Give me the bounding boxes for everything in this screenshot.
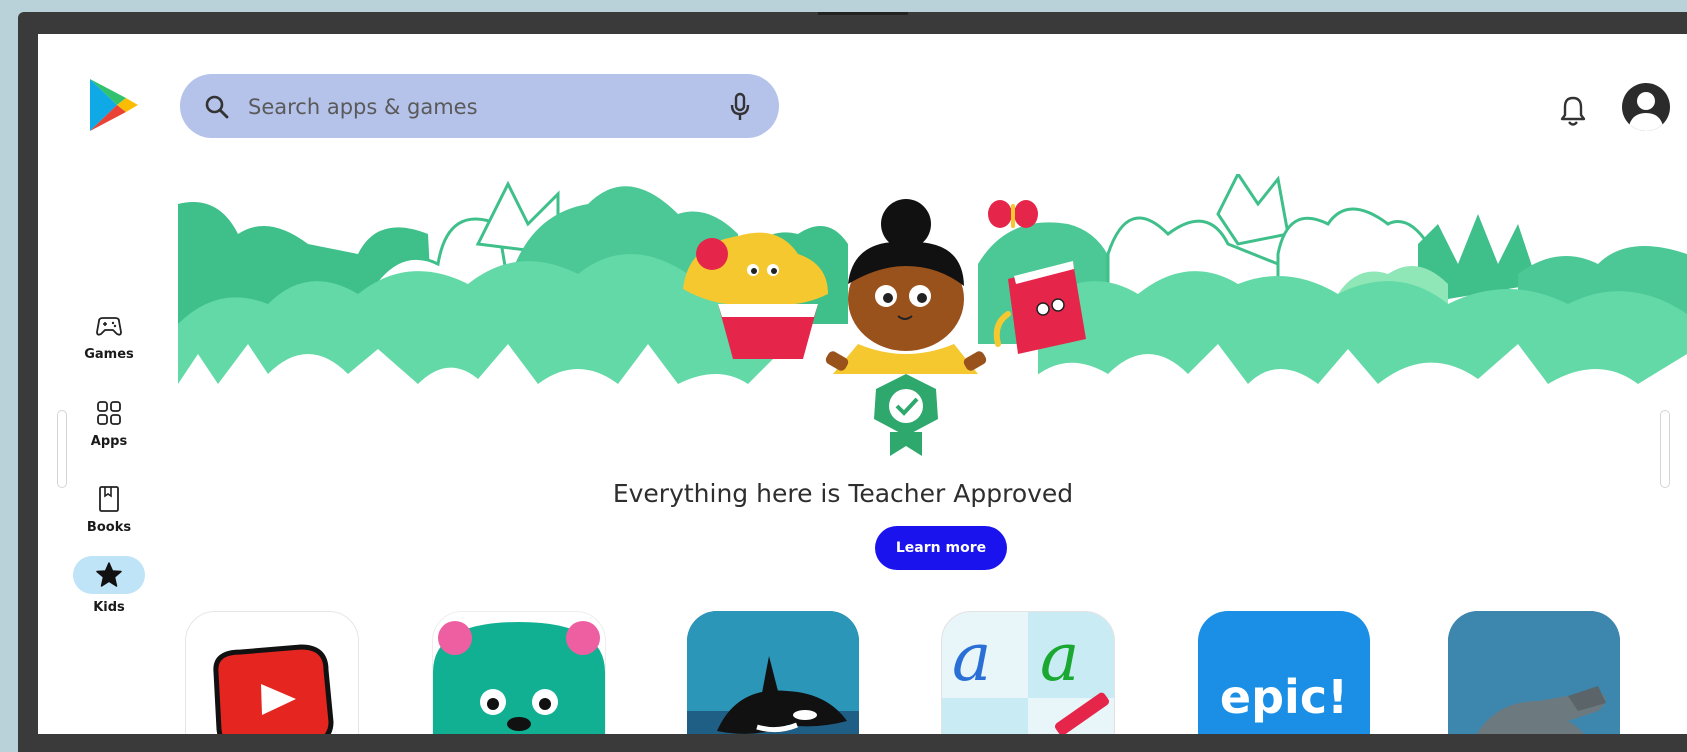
nav-item-games[interactable]: Games bbox=[62, 311, 156, 362]
notification-bell-icon[interactable] bbox=[1558, 94, 1588, 128]
cursive-letters-icon: a a bbox=[942, 612, 1114, 734]
app-tile-ocean-app[interactable] bbox=[687, 611, 859, 734]
app-tile-bear-app[interactable] bbox=[432, 611, 606, 734]
nav-item-books[interactable]: Books bbox=[62, 484, 156, 535]
kids-active-pill[interactable] bbox=[73, 556, 145, 594]
apps-grid-icon bbox=[97, 401, 121, 425]
account-avatar[interactable] bbox=[1622, 83, 1670, 131]
nav-item-apps[interactable]: Apps bbox=[62, 398, 156, 449]
app-tile-cursive-app[interactable]: a a bbox=[941, 611, 1115, 734]
nav-label-kids: Kids bbox=[93, 600, 125, 615]
play-store-screen: Games Apps Books Kids bbox=[38, 34, 1687, 734]
green-bear-icon bbox=[433, 621, 605, 734]
svg-text:a: a bbox=[1040, 619, 1079, 696]
nav-item-kids[interactable]: Kids bbox=[62, 556, 156, 615]
search-bar[interactable] bbox=[180, 74, 779, 138]
dinosaur-icon bbox=[1448, 611, 1620, 734]
search-icon[interactable] bbox=[204, 94, 230, 120]
nav-label-apps: Apps bbox=[90, 434, 128, 449]
app-tile-youtube-kids[interactable] bbox=[185, 611, 359, 734]
book-icon bbox=[99, 486, 119, 512]
nav-label-books: Books bbox=[86, 520, 132, 535]
google-play-logo-icon[interactable] bbox=[86, 76, 140, 134]
search-input[interactable] bbox=[246, 88, 690, 126]
microphone-icon[interactable] bbox=[728, 92, 752, 122]
account-circle-icon bbox=[1628, 92, 1664, 131]
gamepad-icon bbox=[96, 317, 122, 336]
right-scroll-handle[interactable] bbox=[1660, 410, 1670, 488]
app-tile-dinosaur-app[interactable] bbox=[1448, 611, 1620, 734]
teacher-approved-banner-illustration bbox=[178, 174, 1687, 456]
epic-logo-text: epic! bbox=[1220, 670, 1348, 724]
nav-label-games: Games bbox=[84, 347, 134, 362]
promo-headline: Everything here is Teacher Approved bbox=[612, 479, 1074, 508]
app-tile-epic[interactable]: epic! bbox=[1198, 611, 1370, 734]
device-notch bbox=[818, 12, 908, 15]
star-icon bbox=[96, 562, 122, 587]
learn-more-button[interactable]: Learn more bbox=[875, 526, 1007, 570]
orca-ocean-icon bbox=[687, 611, 859, 734]
youtube-kids-icon bbox=[213, 644, 334, 734]
epic-logo-icon: epic! bbox=[1220, 670, 1348, 724]
svg-text:a: a bbox=[952, 619, 991, 696]
